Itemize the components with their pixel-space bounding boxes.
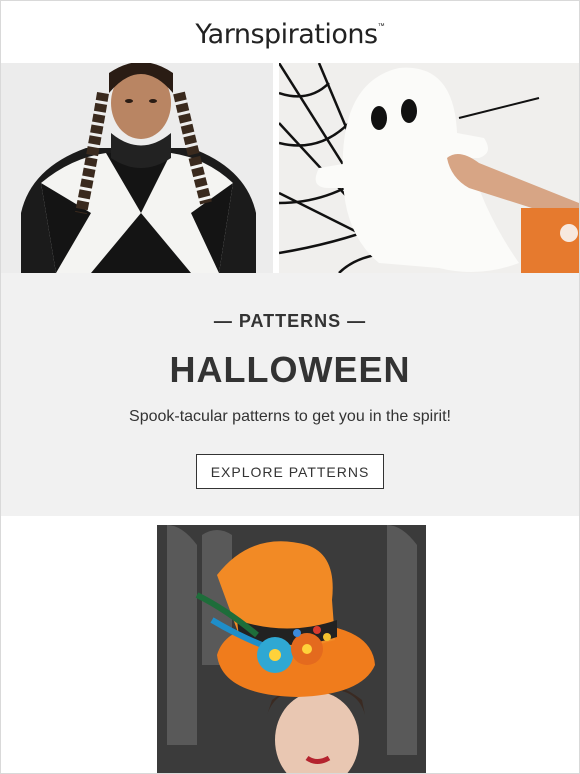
hat-image[interactable] xyxy=(157,525,426,773)
hat-illustration xyxy=(157,525,426,773)
sweater-illustration xyxy=(1,63,273,273)
explore-patterns-button[interactable]: EXPLORE PATTERNS xyxy=(196,454,384,489)
ghost-illustration xyxy=(279,63,579,273)
ghost-image[interactable] xyxy=(279,63,579,273)
brand-logo[interactable]: Yarnspirations™ xyxy=(1,19,579,50)
trademark-symbol: ™ xyxy=(377,23,385,30)
section-eyebrow: — PATTERNS — xyxy=(213,311,367,331)
section-title: HALLOWEEN xyxy=(169,349,411,390)
email-frame: Yarnspirations™ — PATTERNS — HALLOWEEN S… xyxy=(0,0,580,774)
section-subtitle: Spook-tacular patterns to get you in the… xyxy=(129,408,451,425)
email-header: Yarnspirations™ xyxy=(1,1,579,63)
sweater-image[interactable] xyxy=(1,63,273,273)
hero-images xyxy=(1,63,579,273)
patterns-banner: — PATTERNS — HALLOWEEN Spook-tacular pat… xyxy=(1,273,579,516)
logo-text: Yarnspirations xyxy=(195,19,378,50)
